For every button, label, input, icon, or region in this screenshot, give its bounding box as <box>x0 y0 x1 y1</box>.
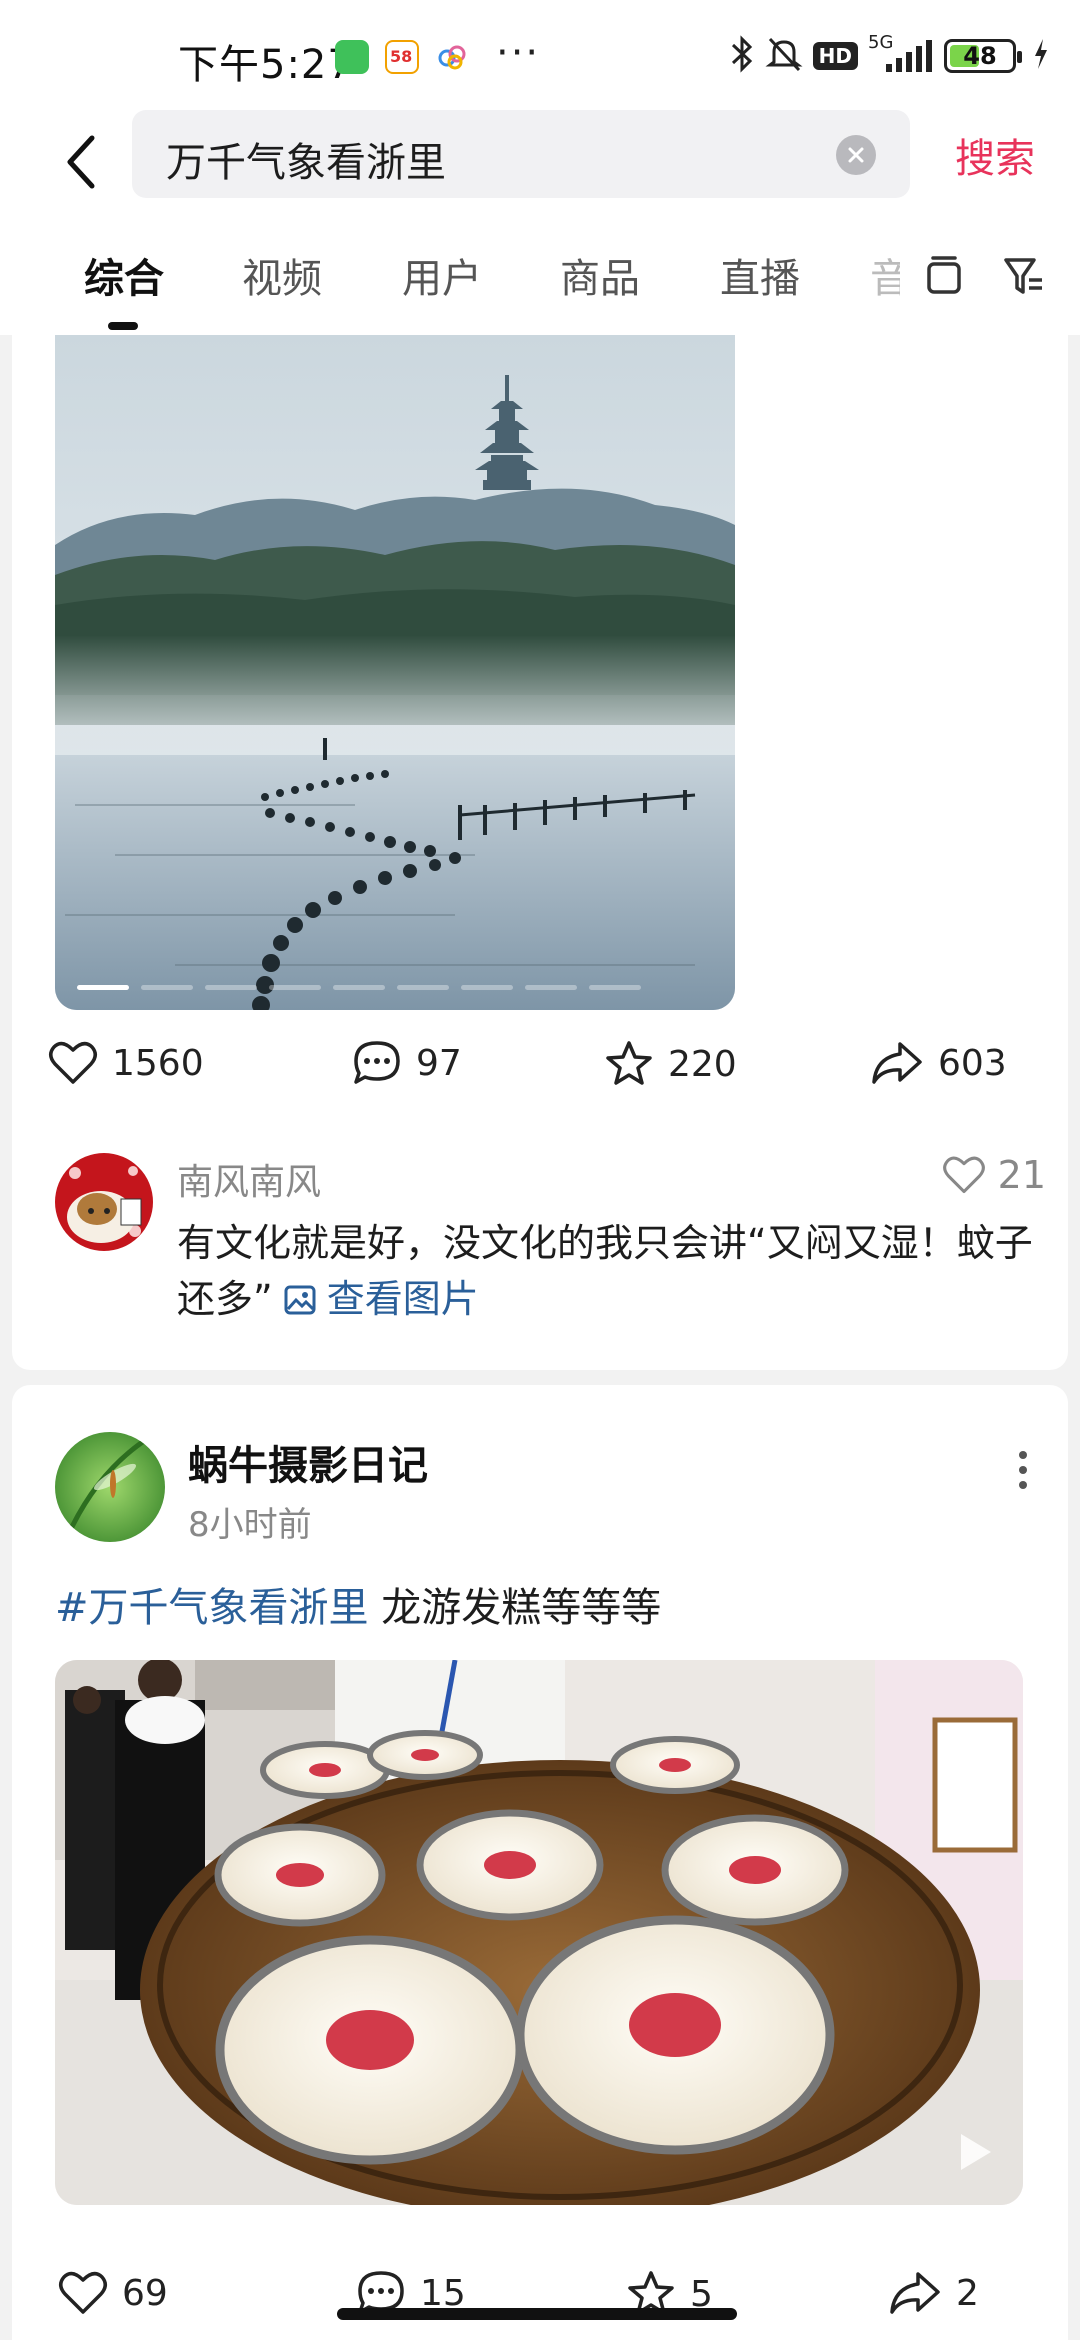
signal-icon: 5G <box>868 32 934 76</box>
author-avatar[interactable] <box>55 1432 165 1542</box>
pager-dot <box>77 985 129 990</box>
more-dot <box>1019 1466 1027 1474</box>
more-dot <box>1019 1451 1027 1459</box>
pager-dot <box>397 985 449 990</box>
pager-dot <box>141 985 193 990</box>
post-time: 8小时前 <box>188 1505 312 1545</box>
like-count: 1560 <box>112 1042 204 1084</box>
battery-level: 48 <box>963 42 997 70</box>
pager-dot <box>269 985 321 990</box>
comment-icon <box>354 1041 400 1084</box>
search-header: 万千气象看浙里 搜索 <box>0 110 1080 220</box>
post-card-2: 蜗牛摄影日记 8小时前 #万千气象看浙里 龙游发糕等等等 69 15 5 2 <box>12 1385 1068 2340</box>
search-query[interactable]: 万千气象看浙里 <box>166 130 446 188</box>
home-indicator[interactable] <box>337 2308 737 2320</box>
comment-text: 有文化就是好，没文化的我只会讲“又闷又湿！蚊子还多” 查看图片 <box>177 1215 1037 1327</box>
bluetooth-icon <box>729 34 755 78</box>
more-dot <box>1019 1481 1027 1489</box>
layout-icon <box>927 256 961 294</box>
clear-search-button[interactable] <box>836 135 876 175</box>
like-count: 69 <box>122 2272 168 2314</box>
like-button[interactable]: 69 <box>58 2270 168 2316</box>
misty-lake-pagoda-image <box>55 335 735 1010</box>
hd-badge: HD <box>812 42 858 70</box>
caption-text: 龙游发糕等等等 <box>368 1585 662 1631</box>
post-video-cakes[interactable] <box>55 1660 1023 2205</box>
cloud-app-icon <box>435 40 469 74</box>
58-app-icon: 58 <box>385 40 419 74</box>
pager-dot <box>589 985 641 990</box>
tab-music[interactable]: 音 <box>870 246 900 304</box>
share-count: 603 <box>938 1042 1007 1084</box>
author-name[interactable]: 蜗牛摄影日记 <box>188 1433 428 1491</box>
pager-dot <box>205 985 257 990</box>
more-options-button[interactable] <box>1008 1440 1038 1500</box>
post-image-lake-pagoda[interactable] <box>55 335 735 1010</box>
hashtag-link[interactable]: #万千气象看浙里 <box>55 1585 369 1631</box>
tab-users[interactable]: 用户 <box>402 246 482 304</box>
pager-dot <box>525 985 577 990</box>
share-icon <box>890 2272 940 2314</box>
status-indicators: HD 5G 48 <box>729 32 1050 78</box>
star-icon <box>606 1041 652 1085</box>
wechat-icon <box>335 40 369 74</box>
tab-products[interactable]: 商品 <box>560 246 640 304</box>
heart-icon <box>49 1041 97 1084</box>
share-count: 2 <box>956 2272 979 2314</box>
svg-text:58: 58 <box>390 47 412 66</box>
share-button[interactable]: 603 <box>870 1040 1007 1086</box>
search-tabs: 综合 视频 用户 商品 直播 音 <box>0 220 1080 335</box>
heart-icon <box>59 2271 107 2314</box>
play-icon[interactable] <box>951 2129 997 2179</box>
pager-dot <box>333 985 385 990</box>
back-button[interactable] <box>50 122 110 202</box>
comment-like-count: 21 <box>997 1153 1046 1197</box>
filter-icon <box>1004 258 1042 294</box>
status-bar: 下午5:27 58 ··· HD 5G 48 <box>0 0 1080 110</box>
image-icon <box>284 1285 316 1315</box>
favorite-button[interactable]: 220 <box>604 1040 737 1088</box>
steamed-cakes-image <box>55 1660 1023 2205</box>
filter-button[interactable] <box>998 250 1050 302</box>
tab-comprehensive[interactable]: 综合 <box>84 246 164 304</box>
comment-like-button[interactable]: 21 <box>942 1153 1046 1197</box>
comment-avatar[interactable] <box>55 1153 153 1251</box>
dragonfly-avatar-image <box>55 1432 165 1542</box>
close-icon <box>848 147 864 163</box>
battery-indicator: 48 <box>944 39 1022 73</box>
charging-icon <box>1032 37 1050 75</box>
status-more: ··· <box>496 30 541 76</box>
post-card-1: 1560 97 220 603 南风南风 21 有文化就是好，没文化的我只会讲“… <box>12 335 1068 1370</box>
comment-button[interactable]: 97 <box>352 1040 462 1086</box>
tab-live[interactable]: 直播 <box>720 246 800 304</box>
pager-dot <box>461 985 513 990</box>
bell-muted-icon <box>765 34 803 78</box>
share-icon <box>872 1042 922 1084</box>
search-button[interactable]: 搜索 <box>955 126 1035 184</box>
heart-icon <box>942 1156 985 1194</box>
comment-username[interactable]: 南风南风 <box>177 1153 321 1205</box>
guinea-pig-avatar-image <box>55 1153 153 1251</box>
comment-count: 97 <box>416 1042 462 1084</box>
back-arrow-icon <box>67 135 95 189</box>
post-caption: #万千气象看浙里 龙游发糕等等等 <box>55 1575 661 1633</box>
image-pager-dots <box>77 985 641 990</box>
tab-video[interactable]: 视频 <box>242 246 322 304</box>
status-time: 下午5:27 <box>178 42 354 88</box>
share-button[interactable]: 2 <box>888 2270 979 2316</box>
tab-active-indicator <box>108 322 138 330</box>
view-image-link[interactable]: 查看图片 <box>273 1277 479 1321</box>
favorite-count: 220 <box>668 1043 737 1085</box>
like-button[interactable]: 1560 <box>48 1040 204 1086</box>
layout-toggle-button[interactable] <box>918 250 970 302</box>
view-image-label: 查看图片 <box>326 1277 479 1321</box>
search-input[interactable]: 万千气象看浙里 <box>132 110 910 198</box>
